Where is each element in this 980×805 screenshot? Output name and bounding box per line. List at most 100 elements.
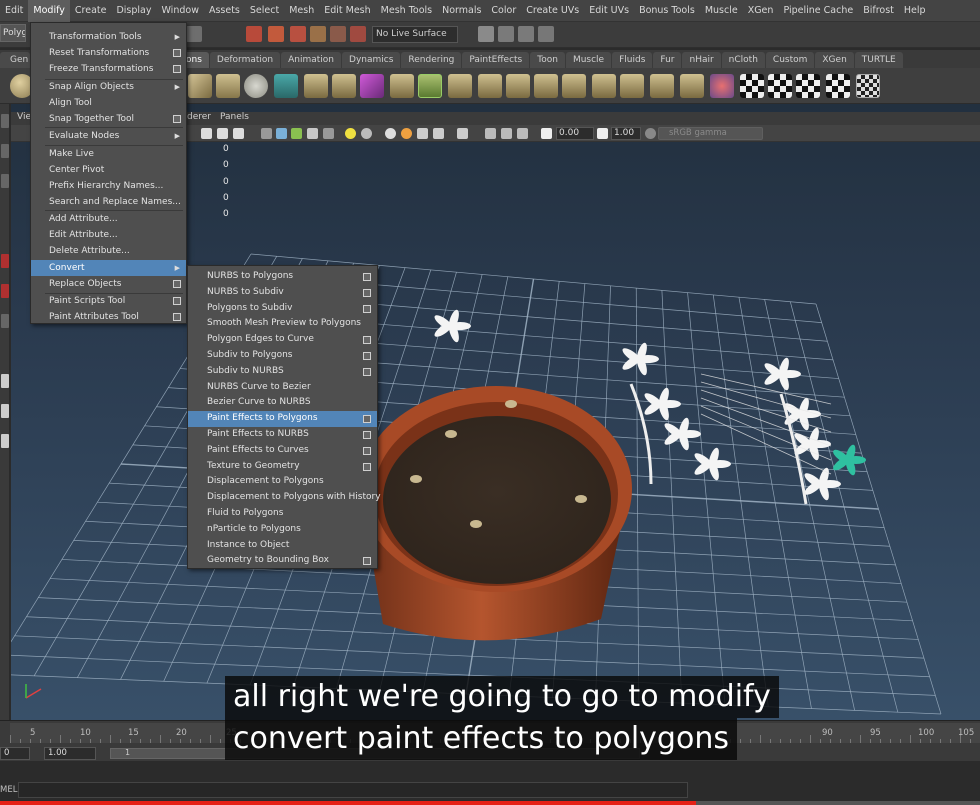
lasso-tool-icon[interactable]	[1, 144, 9, 158]
menubar-item-pipeline-cache[interactable]: Pipeline Cache	[778, 0, 858, 22]
menubar-item-bonus-tools[interactable]: Bonus Tools	[634, 0, 700, 22]
command-input[interactable]	[18, 782, 688, 798]
smooth-icon[interactable]	[360, 74, 384, 98]
option-box-icon[interactable]	[363, 557, 371, 566]
menubar-item-assets[interactable]: Assets	[204, 0, 245, 22]
submenu-item-nurbs-curve-to-bezier[interactable]: NURBS Curve to Bezier	[188, 380, 377, 396]
option-box-icon[interactable]	[363, 304, 371, 313]
layout-outliner-icon[interactable]	[1, 434, 9, 448]
menubar-item-mesh[interactable]: Mesh	[284, 0, 319, 22]
menu-item-delete-attribute[interactable]: Delete Attribute...	[31, 243, 186, 259]
cylindrical-map-icon[interactable]	[768, 74, 792, 98]
submenu-item-instance-to-object[interactable]: Instance to Object	[188, 538, 377, 554]
submenu-item-paint-effects-to-polygons[interactable]: Paint Effects to Polygons	[188, 411, 377, 427]
textured-icon[interactable]	[307, 128, 318, 139]
automatic-map-icon[interactable]	[826, 74, 850, 98]
menu-item-snap-align-objects[interactable]: Snap Align Objects ▶	[31, 79, 186, 95]
snap-curve-icon[interactable]	[268, 26, 284, 42]
option-box-icon[interactable]	[363, 446, 371, 455]
snap-view-plane-icon[interactable]	[310, 26, 326, 42]
submenu-item-subdiv-to-polygons[interactable]: Subdiv to Polygons	[188, 348, 377, 364]
layout-single-icon[interactable]	[1, 374, 9, 388]
shadows-icon[interactable]	[361, 128, 372, 139]
shelf-tab-fur[interactable]: Fur	[653, 52, 682, 68]
color-management-icon[interactable]	[645, 128, 656, 139]
submenu-item-texture-to-geometry[interactable]: Texture to Geometry	[188, 459, 377, 475]
render-frame-icon[interactable]	[498, 26, 514, 42]
menubar-item-window[interactable]: Window	[157, 0, 204, 22]
menubar-item-create-uvs[interactable]: Create UVs	[521, 0, 584, 22]
isolate-select-icon[interactable]	[457, 128, 468, 139]
shelf-tab-rendering[interactable]: Rendering	[401, 52, 462, 68]
layout-four-icon[interactable]	[1, 404, 9, 418]
gamma-field[interactable]: 1.00	[611, 127, 641, 140]
separate-icon[interactable]	[332, 74, 356, 98]
shelf-tab-ncloth[interactable]: nCloth	[721, 52, 765, 68]
option-box-icon[interactable]	[363, 431, 371, 439]
option-box-icon[interactable]	[173, 297, 181, 305]
panel-menu-panels[interactable]: Panels	[220, 112, 249, 122]
shelf-tab-general[interactable]: Gen	[0, 52, 30, 68]
select-hierarchy-icon[interactable]	[186, 26, 202, 42]
option-box-icon[interactable]	[363, 336, 371, 345]
input-ops-icon[interactable]	[478, 26, 494, 42]
paint-select-tool-icon[interactable]	[1, 174, 9, 188]
menubar-item-bifrost[interactable]: Bifrost	[858, 0, 899, 22]
shelf-tab-deformation[interactable]: Deformation	[209, 52, 281, 68]
xray-joints-icon[interactable]	[485, 128, 496, 139]
insert-edge-loop-icon[interactable]	[592, 74, 616, 98]
extract-icon[interactable]	[390, 74, 414, 98]
shelf-tab-xgen[interactable]: XGen	[815, 52, 854, 68]
menubar-item-display[interactable]: Display	[111, 0, 156, 22]
ambient-occlusion-icon[interactable]	[385, 128, 396, 139]
use-all-lights-icon[interactable]	[345, 128, 356, 139]
menu-set-selector[interactable]: Polygons	[0, 24, 26, 42]
exposure-icon[interactable]	[541, 128, 552, 139]
menu-item-snap-together-tool[interactable]: Snap Together Tool	[31, 111, 186, 127]
split-polygon-icon[interactable]	[562, 74, 586, 98]
submenu-item-nurbs-to-polygons[interactable]: NURBS to Polygons	[188, 269, 377, 285]
snap-grid-icon[interactable]	[246, 26, 262, 42]
xray-icon[interactable]	[323, 128, 334, 139]
poly-soccer-ball-icon[interactable]	[244, 74, 268, 98]
option-box-icon[interactable]	[173, 115, 181, 123]
submenu-item-smooth-mesh-preview-to-polygons[interactable]: Smooth Mesh Preview to Polygons	[188, 316, 377, 332]
submenu-item-displacement-to-polygons-with-history[interactable]: Displacement to Polygons with History	[188, 490, 381, 506]
uv-editor-icon[interactable]	[856, 74, 880, 98]
submenu-item-bezier-curve-to-nurbs[interactable]: Bezier Curve to NURBS	[188, 395, 377, 411]
submenu-item-nparticle-to-polygons[interactable]: nParticle to Polygons	[188, 522, 377, 538]
start-time-field[interactable]: 0	[0, 747, 30, 760]
option-box-icon[interactable]	[173, 49, 181, 57]
menubar-item-edit[interactable]: Edit	[0, 0, 28, 22]
option-box-icon[interactable]	[173, 280, 181, 288]
menu-item-paint-scripts-tool[interactable]: Paint Scripts Tool	[31, 293, 186, 309]
menubar-item-edit-mesh[interactable]: Edit Mesh	[319, 0, 375, 22]
option-box-icon[interactable]	[173, 65, 181, 73]
view-transform-dropdown[interactable]: sRGB gamma	[658, 127, 763, 140]
submenu-item-polygons-to-subdiv[interactable]: Polygons to Subdiv	[188, 301, 377, 317]
wireframe-icon[interactable]	[261, 128, 272, 139]
xray-active-icon[interactable]	[501, 128, 512, 139]
bridge-icon[interactable]	[506, 74, 530, 98]
option-box-icon[interactable]	[363, 352, 371, 360]
extrude-icon[interactable]	[478, 74, 502, 98]
shelf-tab-custom[interactable]: Custom	[765, 52, 815, 68]
menu-item-add-attribute[interactable]: Add Attribute...	[31, 211, 186, 227]
menubar-item-select[interactable]: Select	[245, 0, 284, 22]
spherical-map-icon[interactable]	[796, 74, 820, 98]
live-surface-field[interactable]: No Live Surface	[372, 26, 458, 43]
rotate-tool-icon[interactable]	[1, 284, 9, 298]
shelf-tab-fluids[interactable]: Fluids	[612, 52, 653, 68]
multisample-icon[interactable]	[417, 128, 428, 139]
menu-item-replace-objects[interactable]: Replace Objects	[31, 276, 186, 292]
video-progress-bar[interactable]	[0, 801, 980, 805]
mirror-geometry-icon[interactable]	[448, 74, 472, 98]
shelf-tab-dynamics[interactable]: Dynamics	[342, 52, 401, 68]
combine-icon[interactable]	[304, 74, 328, 98]
hud-icon[interactable]	[517, 128, 528, 139]
menu-item-make-live[interactable]: Make Live	[31, 146, 186, 162]
menubar-item-help[interactable]: Help	[899, 0, 931, 22]
render-settings-icon[interactable]	[538, 26, 554, 42]
submenu-item-polygon-edges-to-curve[interactable]: Polygon Edges to Curve	[188, 332, 377, 348]
menu-item-center-pivot[interactable]: Center Pivot	[31, 162, 186, 178]
